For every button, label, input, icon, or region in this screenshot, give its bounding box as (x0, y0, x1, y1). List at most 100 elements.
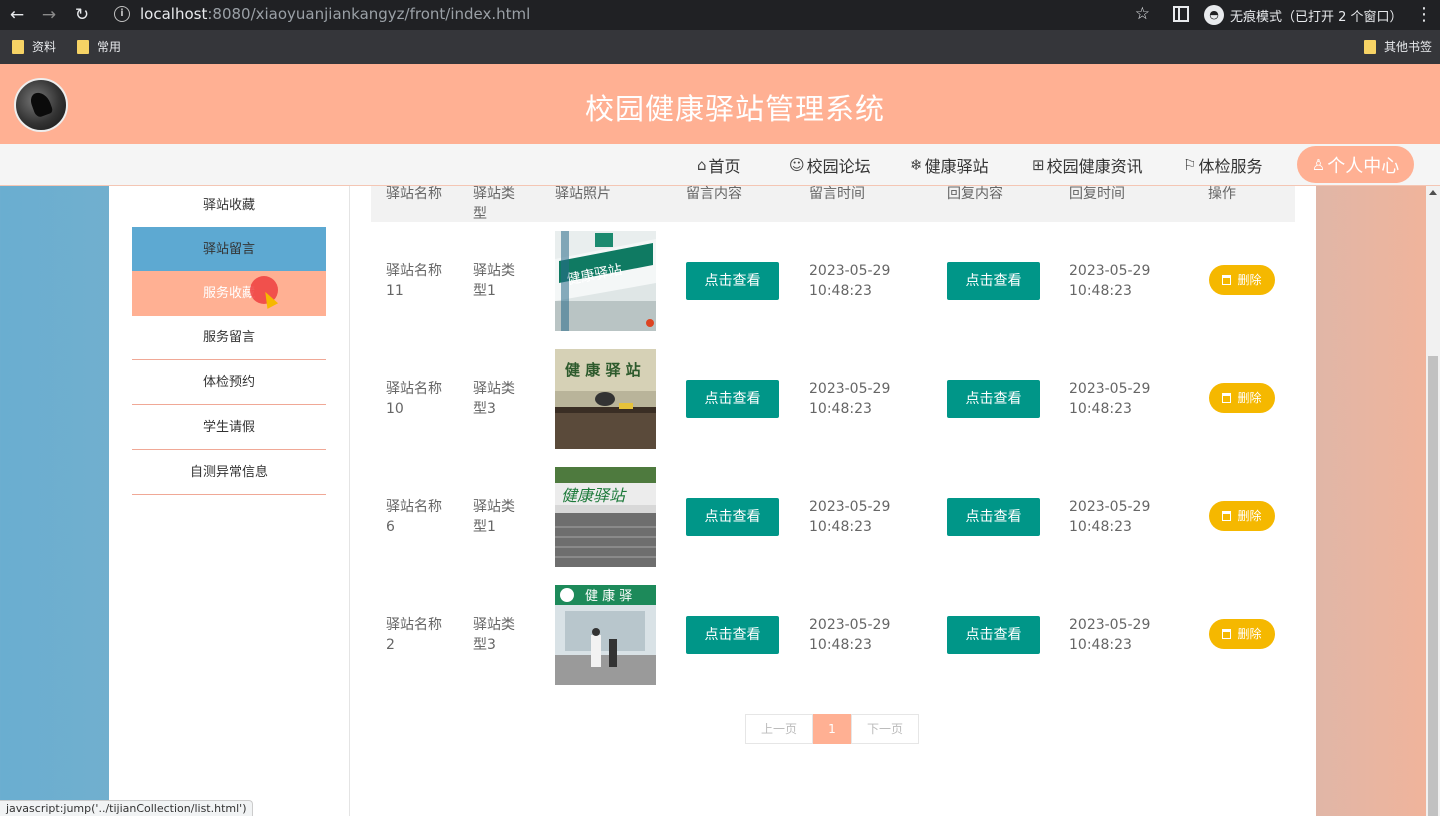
status-bar-link: javascript:jump('../tijianCollection/lis… (0, 800, 254, 816)
station-type: 驿站类 型3 (473, 381, 515, 417)
message-time: 2023-05-29 10:48:23 (809, 499, 891, 535)
incognito-icon: ◓ (1204, 5, 1224, 25)
table-row: 驿站名称 2 驿站类 型3 健 康 驿 点击查看 2023-05-29 10:48:2… (371, 576, 1295, 694)
bookmark-folder-0[interactable]: 资料 (12, 38, 56, 55)
trash-icon (1222, 511, 1232, 521)
nav-checkup[interactable]: ⚐ 体检服务 (1183, 153, 1262, 177)
sidebar-item-abnormal-info[interactable]: 自测异常信息 (132, 450, 326, 495)
reply-time: 2023-05-29 10:48:23 (1069, 617, 1151, 653)
col-actions: 操作 (1208, 186, 1236, 202)
sidebar: 驿站收藏 驿站留言 服务收藏 服务留言 体检预约 学生请假 自测异常信息 (109, 186, 349, 816)
back-arrow-icon[interactable]: ← (6, 4, 28, 26)
photo-sign-text: 健 康 驿 站 (565, 361, 641, 379)
delete-button[interactable]: 删除 (1209, 265, 1275, 295)
trash-icon (1222, 275, 1232, 285)
col-message-time: 留言时间 (809, 186, 865, 202)
sidebar-item-station-messages[interactable]: 驿站留言 (132, 227, 326, 272)
bookmark-other[interactable]: 其他书签 (1364, 38, 1432, 55)
delete-button[interactable]: 删除 (1209, 501, 1275, 531)
sidebar-item-checkup-booking[interactable]: 体检预约 (132, 360, 326, 405)
station-photo: 健康驿站 (555, 467, 656, 567)
bookmarks-bar: 资料 常用 其他书签 (0, 30, 1440, 64)
station-type: 驿站类 型1 (473, 263, 515, 299)
view-message-button[interactable]: 点击查看 (686, 498, 779, 536)
station-type: 驿站类 型3 (473, 617, 515, 653)
reload-icon[interactable]: ↻ (71, 4, 93, 26)
table-row: 驿站名称 6 驿站类 型1 健康驿站 点击查看 2023-05-29 10:48:23… (371, 458, 1295, 576)
folder-icon (12, 39, 24, 54)
view-reply-button[interactable]: 点击查看 (947, 616, 1040, 654)
col-reply-time: 回复时间 (1069, 186, 1125, 202)
next-page-button[interactable]: 下一页 (851, 714, 919, 744)
address-bar[interactable]: i localhost:8080/xiaoyuanjiankangyz/fron… (104, 2, 1160, 27)
side-panel-icon[interactable] (1173, 6, 1189, 22)
message-time: 2023-05-29 10:48:23 (809, 381, 891, 417)
nav-station[interactable]: ❄ 健康驿站 (910, 153, 989, 177)
table-header: 驿站名称 驿站类型 驿站照片 留言内容 留言时间 回复内容 回复时间 操作 (371, 186, 1295, 222)
station-name: 驿站名称 6 (386, 499, 442, 535)
reply-time: 2023-05-29 10:48:23 (1069, 263, 1151, 299)
col-reply: 回复内容 (947, 186, 1003, 202)
bookmark-folder-1[interactable]: 常用 (77, 38, 121, 55)
view-reply-button[interactable]: 点击查看 (947, 262, 1040, 300)
view-reply-button[interactable]: 点击查看 (947, 380, 1040, 418)
photo-sign-text: 健 康 驿 (585, 588, 632, 604)
snowflake-icon: ❄ (910, 156, 923, 174)
col-station-type: 驿站类型 (473, 186, 515, 222)
nav-home[interactable]: ⌂ 首页 (697, 153, 741, 177)
main-content: 驿站名称 驿站类型 驿站照片 留言内容 留言时间 回复内容 回复时间 操作 驿站… (349, 186, 1316, 816)
station-photo: 健 康 驿 (555, 585, 656, 685)
station-name: 驿站名称 2 (386, 617, 442, 653)
delete-button[interactable]: 删除 (1209, 383, 1275, 413)
incognito-indicator[interactable]: ◓ 无痕模式（已打开 2 个窗口） (1204, 4, 1403, 26)
site-title: 校园健康驿站管理系统 (584, 92, 885, 126)
sidebar-item-station-favorites[interactable]: 驿站收藏 (132, 183, 326, 228)
menu-kebab-icon[interactable]: ⋮ (1415, 4, 1433, 25)
url-text: localhost:8080/xiaoyuanjiankangyz/front/… (140, 5, 531, 23)
prev-page-button[interactable]: 上一页 (745, 714, 813, 744)
user-icon: ♙ (1311, 155, 1326, 174)
folder-icon (77, 39, 89, 54)
smile-icon: ☺ (789, 156, 805, 174)
photo-sign-text: 健康驿站 (561, 486, 627, 505)
info-icon[interactable]: i (114, 6, 130, 22)
station-name: 驿站名称 10 (386, 381, 442, 417)
col-message: 留言内容 (686, 186, 742, 202)
reply-time: 2023-05-29 10:48:23 (1069, 381, 1151, 417)
home-icon: ⌂ (697, 156, 707, 174)
col-station-name: 驿站名称 (386, 186, 442, 202)
grid-icon: ⊞ (1032, 156, 1045, 174)
incognito-label: 无痕模式（已打开 2 个窗口） (1230, 9, 1403, 25)
forward-arrow-icon[interactable]: → (38, 4, 60, 26)
sidebar-item-student-leave[interactable]: 学生请假 (132, 405, 326, 450)
nav-news[interactable]: ⊞ 校园健康资讯 (1032, 153, 1143, 177)
nav-personal-center[interactable]: ♙ 个人中心 (1297, 146, 1414, 183)
browser-toolbar: ← → ↻ i localhost:8080/xiaoyuanjiankangy… (0, 0, 1440, 30)
trash-icon (1222, 629, 1232, 639)
col-station-photo: 驿站照片 (555, 186, 611, 202)
scrollbar-thumb[interactable] (1428, 356, 1438, 816)
view-message-button[interactable]: 点击查看 (686, 262, 779, 300)
pagination: 上一页 1 下一页 (745, 714, 919, 744)
delete-button[interactable]: 删除 (1209, 619, 1275, 649)
sidebar-item-service-favorites[interactable]: 服务收藏 (132, 271, 326, 316)
page-1-button[interactable]: 1 (813, 714, 851, 744)
bookmark-star-icon[interactable]: ☆ (1135, 4, 1150, 24)
site-header: 校园健康驿站管理系统 (0, 64, 1440, 144)
trash-icon (1222, 393, 1232, 403)
sidebar-item-service-messages[interactable]: 服务留言 (132, 315, 326, 360)
view-message-button[interactable]: 点击查看 (686, 616, 779, 654)
station-photo: 健康驿站 (555, 231, 656, 331)
station-type: 驿站类 型1 (473, 499, 515, 535)
view-reply-button[interactable]: 点击查看 (947, 498, 1040, 536)
table-row: 驿站名称 11 驿站类 型1 健康驿站 点击查看 2023-05-29 10:48:2… (371, 222, 1295, 340)
reply-time: 2023-05-29 10:48:23 (1069, 499, 1151, 535)
page-scrollbar[interactable] (1426, 186, 1440, 816)
scroll-up-arrow-icon[interactable] (1429, 190, 1437, 195)
view-message-button[interactable]: 点击查看 (686, 380, 779, 418)
message-time: 2023-05-29 10:48:23 (809, 617, 891, 653)
message-time: 2023-05-29 10:48:23 (809, 263, 891, 299)
nav-forum[interactable]: ☺ 校园论坛 (789, 153, 871, 177)
table-row: 驿站名称 10 驿站类 型3 健 康 驿 站 点击查看 2023-05-29 10:4… (371, 340, 1295, 458)
station-name: 驿站名称 11 (386, 263, 442, 299)
